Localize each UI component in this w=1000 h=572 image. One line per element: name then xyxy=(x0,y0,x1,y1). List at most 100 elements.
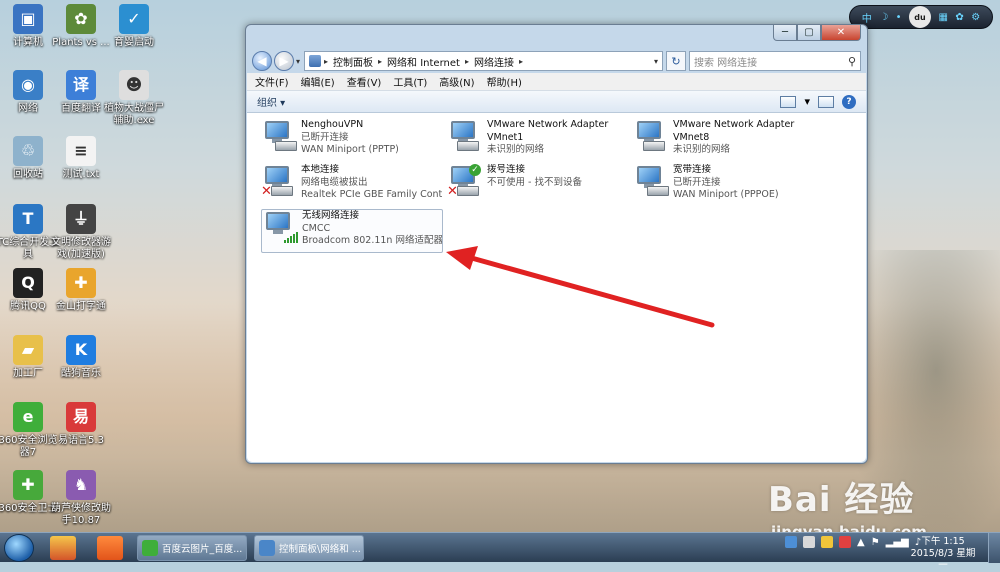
tray-app-icon[interactable] xyxy=(785,536,797,548)
connection-item[interactable]: 无线网络连接 CMCC Broadcom 802.11n 网络适配器 xyxy=(261,209,443,253)
game-trainer-icon: ⏚ xyxy=(66,204,96,234)
desktop-shortcut[interactable]: ≡ 测试.txt xyxy=(48,136,114,181)
connection-item[interactable]: 宽带连接 已断开连接 WAN Miniport (PPPOE) xyxy=(633,164,815,208)
flag-icon[interactable]: ⚑ xyxy=(871,537,880,548)
clock-time: 下午 1:15 xyxy=(921,536,965,547)
watermark-logo-text: Bai 经验 xyxy=(768,480,915,520)
search-input[interactable]: 搜索 网络连接 ⚲ xyxy=(689,51,861,71)
forward-button[interactable]: ▶ xyxy=(274,51,294,71)
connection-item[interactable]: NenghouVPN 已断开连接 WAN Miniport (PPTP) xyxy=(261,119,443,163)
desktop-shortcut[interactable]: ✚ 金山打字通 xyxy=(48,268,114,313)
breadcrumb-network-connections[interactable]: 网络连接 xyxy=(474,54,514,69)
recent-pages-dropdown[interactable]: ▾ xyxy=(296,57,300,66)
search-icon[interactable]: ⚲ xyxy=(848,55,856,68)
360-browser-icon: e xyxy=(13,402,43,432)
connection-item[interactable]: VMware Network Adapter VMnet8 未识别的网络 xyxy=(633,119,815,163)
360-browser-icon xyxy=(142,540,158,556)
vmware-connection-icon xyxy=(447,119,483,155)
help-icon[interactable]: ? xyxy=(842,94,856,109)
breadcrumb-control-panel[interactable]: 控制面板 xyxy=(333,54,373,69)
connection-details: VMware Network Adapter VMnet8 未识别的网络 xyxy=(673,119,813,163)
recycle-bin-icon: ♲ xyxy=(13,136,43,166)
pinned-app-icon[interactable] xyxy=(97,536,123,560)
desktop-shortcut[interactable]: 易易语言5.3 xyxy=(48,402,114,447)
menu-advanced[interactable]: 高级(N) xyxy=(439,74,474,89)
connection-status: 未识别的网络 xyxy=(487,144,545,155)
address-bar[interactable]: ▸ 控制面板 ▸ 网络和 Internet ▸ 网络连接 ▸ ▾ xyxy=(304,51,663,71)
connection-status: 已断开连接 xyxy=(301,131,349,143)
start-button[interactable] xyxy=(4,534,34,562)
menu-tools[interactable]: 工具(T) xyxy=(393,74,427,89)
breadcrumb-separator: ▸ xyxy=(324,56,329,66)
task-baidu-cloud[interactable]: 百度云图片_百度... xyxy=(137,535,247,561)
zombie-icon: ☻ xyxy=(119,70,149,100)
network-icon: ◉ xyxy=(13,70,43,100)
keyboard-icon[interactable]: ▦ xyxy=(938,12,947,23)
vpn-connection-icon xyxy=(261,119,297,155)
app-launcher-icon: ✓ xyxy=(119,4,149,34)
kugou-icon: K xyxy=(66,335,96,365)
connection-status: 网络电缆被拔出 xyxy=(301,176,368,188)
desktop-shortcut[interactable]: ⏚ 文明修改器游戏(加速版) xyxy=(48,204,114,261)
tray-status-icon[interactable] xyxy=(803,536,815,548)
baidu-input-toolbar[interactable]: 中 ☽ • du ▦ ✿ ⚙ xyxy=(849,5,993,29)
clock-date: 2015/8/3 星期一 xyxy=(910,548,976,571)
breadcrumb-network-internet[interactable]: 网络和 Internet xyxy=(387,54,460,69)
desktop-shortcut-label: 植物大战僵尸辅助.exe xyxy=(104,103,164,126)
computer-icon: ▣ xyxy=(13,4,43,34)
connection-item[interactable]: ✕ ✓ 拨号连接 不可使用 - 找不到设备 xyxy=(447,164,629,208)
desktop-shortcut-label: 育婴启动 xyxy=(114,37,154,48)
search-placeholder: 搜索 网络连接 xyxy=(694,57,758,69)
connection-name: 无线网络连接 xyxy=(302,210,360,221)
desktop-shortcut[interactable]: ☻ 植物大战僵尸辅助.exe xyxy=(101,70,167,127)
change-view-icon[interactable] xyxy=(780,95,797,108)
baidu-watermark: Bai 经验 jingyan.baidu.com xyxy=(768,472,927,541)
task-control-panel[interactable]: 控制面板\网络和 ... xyxy=(254,535,364,561)
tray-security-icon[interactable] xyxy=(839,536,851,548)
desktop-shortcut[interactable]: ♞ 葫芦侠修改助手10.87 xyxy=(48,470,114,527)
navigation-bar: ◀ ▶ ▾ ▸ 控制面板 ▸ 网络和 Internet ▸ 网络连接 ▸ ▾ ↻… xyxy=(252,49,861,73)
connection-device: Broadcom 802.11n 网络适配器 xyxy=(302,235,442,246)
desktop-shortcut-label: 酷狗音乐 xyxy=(61,368,101,379)
refresh-button[interactable]: ↻ xyxy=(666,51,686,71)
connection-details: 无线网络连接 CMCC Broadcom 802.11n 网络适配器 xyxy=(302,210,442,252)
view-options-dropdown[interactable]: ▾ xyxy=(804,95,810,108)
menu-view[interactable]: 查看(V) xyxy=(347,74,382,89)
task-label: 百度云图片_百度... xyxy=(162,544,243,555)
organize-button[interactable]: 组织 ▾ xyxy=(257,94,285,109)
qq-icon: Q xyxy=(13,268,43,298)
pinned-browser-icon[interactable] xyxy=(50,536,76,560)
connection-item[interactable]: VMware Network Adapter VMnet1 未识别的网络 xyxy=(447,119,629,163)
chinese-mode-icon[interactable]: 中 xyxy=(862,10,872,25)
menu-file[interactable]: 文件(F) xyxy=(255,74,289,89)
preview-pane-icon[interactable] xyxy=(818,95,834,108)
show-hidden-icons[interactable]: ▲ xyxy=(857,537,865,548)
clock[interactable]: 下午 1:15 2015/8/3 星期一 xyxy=(906,536,980,572)
desktop-shortcut[interactable]: ✓ 育婴启动 xyxy=(101,4,167,49)
desktop-shortcut-label: 测试.txt xyxy=(62,169,100,180)
menu-edit[interactable]: 编辑(E) xyxy=(301,74,335,89)
moon-icon[interactable]: ☽ xyxy=(879,12,888,23)
tray-qq-icon[interactable] xyxy=(821,536,833,548)
network-icon xyxy=(259,540,275,556)
connection-item[interactable]: ✕ 本地连接 网络电缆被拔出 Realtek PCIe GBE Family Cont… xyxy=(261,164,443,208)
lan-disconnected-connection-icon: ✕ xyxy=(261,164,297,200)
control-panel-icon xyxy=(309,55,322,67)
close-button[interactable]: ✕ xyxy=(821,25,861,41)
settings-icon[interactable]: ⚙ xyxy=(971,12,980,23)
back-button[interactable]: ◀ xyxy=(252,51,272,71)
dot-icon[interactable]: • xyxy=(896,12,902,23)
breadcrumb-separator: ▸ xyxy=(378,56,383,66)
show-desktop-button[interactable] xyxy=(988,533,1000,563)
folder-icon: ▰ xyxy=(13,335,43,365)
skin-icon[interactable]: ✿ xyxy=(955,12,963,23)
minimize-button[interactable]: ─ xyxy=(773,25,797,41)
task-label: 控制面板\网络和 ... xyxy=(279,544,361,555)
desktop-shortcut-label: 易语言5.3 xyxy=(58,435,104,446)
plants-vs-zombies-icon: ✿ xyxy=(66,4,96,34)
baidu-paw-icon[interactable]: du xyxy=(909,6,932,28)
menu-help[interactable]: 帮助(H) xyxy=(487,74,522,89)
address-dropdown[interactable]: ▾ xyxy=(654,57,658,66)
desktop-shortcut[interactable]: K 酷狗音乐 xyxy=(48,335,114,380)
maximize-button[interactable]: ▢ xyxy=(797,25,821,41)
